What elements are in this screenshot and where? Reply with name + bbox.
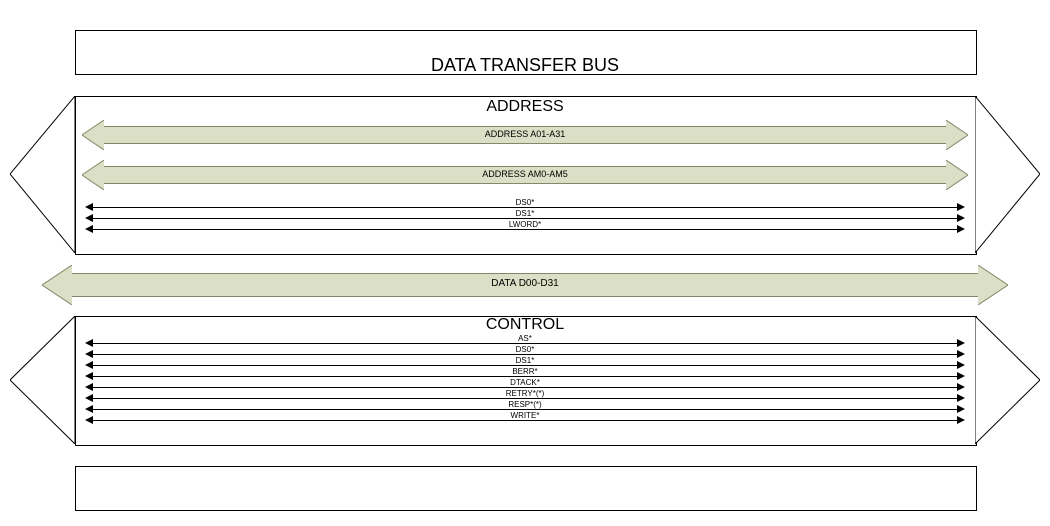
address-bus-am0-am5: ADDRESS AM0-AM5 [82, 160, 968, 190]
signal-lword: LWORD* [82, 224, 968, 234]
bottom-bar [75, 466, 977, 511]
signal-write: WRITE* [82, 415, 968, 425]
control-heading: CONTROL [0, 316, 1050, 334]
bus-label: DATA D00-D31 [42, 279, 1008, 289]
control-outline-arrow-right [975, 316, 1040, 444]
address-heading: ADDRESS [0, 98, 1050, 116]
address-outline-arrow-right [975, 96, 1040, 253]
diagram-stage: DATA TRANSFER BUS ADDRESS ADDRESS A01-A3… [0, 0, 1050, 526]
control-outline-arrow-left [10, 316, 75, 444]
title: DATA TRANSFER BUS [0, 55, 1050, 76]
address-outline-arrow-left [10, 96, 75, 253]
data-bus: DATA D00-D31 [42, 265, 1008, 305]
address-bus-a01-a31: ADDRESS A01-A31 [82, 120, 968, 150]
bus-label: ADDRESS AM0-AM5 [82, 169, 968, 179]
bus-label: ADDRESS A01-A31 [82, 129, 968, 139]
